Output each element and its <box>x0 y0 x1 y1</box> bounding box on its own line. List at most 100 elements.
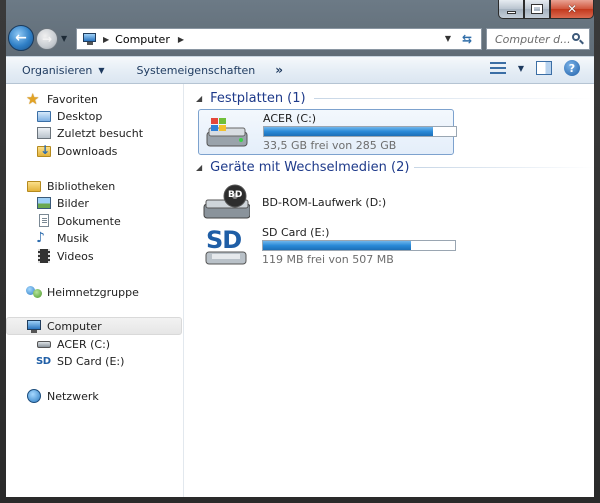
drive-c-free: 33,5 GB frei von 285 GB <box>263 139 397 152</box>
nav-favorites-label: Favoriten <box>47 92 98 106</box>
nav-computer[interactable]: Computer <box>6 317 182 335</box>
nav-music[interactable]: ♪ Musik <box>36 229 89 247</box>
maximize-button[interactable] <box>524 0 550 19</box>
documents-icon <box>36 213 52 229</box>
nav-videos-label: Videos <box>57 249 94 263</box>
address-bar[interactable]: ▶ Computer ▶ ▼ ⇆ <box>76 28 482 50</box>
refresh-button[interactable]: ⇆ <box>457 31 477 47</box>
nav-network[interactable]: Netzwerk <box>26 387 99 405</box>
system-properties-button[interactable]: Systemeigenschaften <box>126 59 265 81</box>
homegroup-icon <box>26 284 42 300</box>
drive-e-usage-bar <box>262 240 456 251</box>
nav-videos[interactable]: Videos <box>36 247 94 265</box>
nav-pictures-label: Bilder <box>57 196 89 210</box>
collapse-triangle-icon[interactable]: ◢ <box>196 163 202 172</box>
back-arrow-icon: ← <box>15 30 27 46</box>
maximize-icon <box>531 4 543 14</box>
content-area: ★ Favoriten Desktop Zuletzt besucht ↓ Do… <box>6 84 594 497</box>
star-icon: ★ <box>26 90 40 108</box>
group-hdd-label: Festplatten (1) <box>210 90 306 106</box>
search-icon[interactable] <box>570 31 586 47</box>
chevron-down-icon: ▼ <box>98 65 105 75</box>
optical-drive-icon <box>203 184 250 219</box>
recent-pages-dropdown[interactable]: ▼ <box>61 34 67 43</box>
command-bar-right: ▼ ? <box>489 60 580 76</box>
drive-e-tile[interactable]: SD SD Card (E:) 119 MB frei von 507 MB <box>198 224 456 270</box>
desktop-icon <box>36 108 52 124</box>
group-header-hdd[interactable]: ◢ Festplatten (1) <box>196 88 594 108</box>
drive-c-name: ACER (C:) <box>263 112 317 125</box>
music-icon: ♪ <box>36 230 45 246</box>
bd-badge: BD <box>228 190 243 200</box>
drive-c-usage-bar <box>263 126 457 137</box>
nav-drive-e[interactable]: SD SD Card (E:) <box>36 352 124 370</box>
nav-pictures[interactable]: Bilder <box>36 194 89 212</box>
windows-drive-icon <box>206 118 248 147</box>
computer-icon <box>26 318 42 334</box>
organize-label: Organisieren <box>22 63 93 77</box>
forward-button[interactable]: → <box>36 28 58 50</box>
help-icon[interactable]: ? <box>564 60 580 76</box>
drive-e-usage-fill <box>263 241 411 250</box>
caption-buttons: ✕ <box>498 0 594 20</box>
search-input[interactable]: Computer d... <box>495 33 570 46</box>
nav-music-label: Musik <box>57 231 89 245</box>
nav-homegroup[interactable]: Heimnetzgruppe <box>26 283 139 301</box>
nav-drive-e-label: SD Card (E:) <box>57 354 125 368</box>
system-properties-label: Systemeigenschaften <box>136 63 256 77</box>
back-button[interactable]: ← <box>8 25 34 51</box>
drive-e-name: SD Card (E:) <box>262 226 330 239</box>
more-commands-button[interactable]: » <box>265 63 293 77</box>
downloads-icon: ↓ <box>36 143 52 159</box>
nav-desktop[interactable]: Desktop <box>36 107 102 125</box>
pictures-icon <box>36 195 52 211</box>
collapse-triangle-icon[interactable]: ◢ <box>196 94 202 103</box>
drive-c-tile[interactable]: ACER (C:) 33,5 GB frei von 285 GB <box>198 109 457 155</box>
address-dropdown-icon[interactable]: ▼ <box>445 34 451 43</box>
breadcrumb-separator-icon[interactable]: ▶ <box>103 35 109 44</box>
nav-libraries-label: Bibliotheken <box>47 179 116 193</box>
close-button[interactable]: ✕ <box>550 0 594 19</box>
nav-desktop-label: Desktop <box>57 109 103 123</box>
command-bar: Organisieren ▼ Systemeigenschaften » ▼ ? <box>6 56 594 84</box>
nav-drive-c[interactable]: ACER (C:) <box>36 335 110 353</box>
hard-drive-icon <box>36 336 52 352</box>
nav-downloads-label: Downloads <box>57 144 118 158</box>
preview-pane-icon[interactable] <box>536 61 552 75</box>
videos-icon <box>36 248 52 264</box>
group-removable-label: Geräte mit Wechselmedien (2) <box>210 159 410 175</box>
nav-computer-label: Computer <box>47 319 102 333</box>
address-row: ← → ▼ ▶ Computer ▶ ▼ ⇆ Computer d... <box>6 22 594 56</box>
forward-arrow-icon: → <box>41 32 53 46</box>
breadcrumb-computer[interactable]: Computer <box>115 33 170 46</box>
close-icon: ✕ <box>566 2 578 16</box>
nav-recent-label: Zuletzt besucht <box>57 126 144 140</box>
drive-e-free: 119 MB frei von 507 MB <box>262 253 394 266</box>
nav-drive-c-label: ACER (C:) <box>57 337 111 351</box>
nav-network-label: Netzwerk <box>47 389 99 403</box>
computer-icon <box>83 33 99 45</box>
breadcrumb-chevron-icon[interactable]: ▶ <box>178 35 184 44</box>
change-view-icon[interactable] <box>489 61 506 75</box>
nav-recent[interactable]: Zuletzt besucht <box>36 124 143 142</box>
search-box[interactable]: Computer d... <box>486 28 590 50</box>
minimize-icon <box>506 10 516 14</box>
sd-card-icon: SD <box>36 356 51 367</box>
group-header-removable[interactable]: ◢ Geräte mit Wechselmedien (2) <box>196 157 594 177</box>
recent-places-icon <box>36 125 52 141</box>
nav-libraries[interactable]: Bibliotheken <box>26 177 115 195</box>
nav-homegroup-label: Heimnetzgruppe <box>47 285 139 299</box>
organize-button[interactable]: Organisieren ▼ <box>12 59 114 81</box>
drive-d-tile[interactable]: BD BD-ROM-Laufwerk (D:) <box>198 180 454 226</box>
sd-card-drive-icon: SD <box>202 226 250 266</box>
drive-d-name: BD-ROM-Laufwerk (D:) <box>262 196 387 209</box>
drive-c-usage-fill <box>264 127 433 136</box>
navigation-pane: ★ Favoriten Desktop Zuletzt besucht ↓ Do… <box>6 84 184 497</box>
nav-documents-label: Dokumente <box>57 214 121 228</box>
nav-documents[interactable]: Dokumente <box>36 212 121 230</box>
nav-favorites[interactable]: ★ Favoriten <box>26 90 98 108</box>
minimize-button[interactable] <box>498 0 524 19</box>
libraries-icon <box>26 178 42 194</box>
view-dropdown-icon[interactable]: ▼ <box>518 64 524 73</box>
nav-downloads[interactable]: ↓ Downloads <box>36 142 117 160</box>
